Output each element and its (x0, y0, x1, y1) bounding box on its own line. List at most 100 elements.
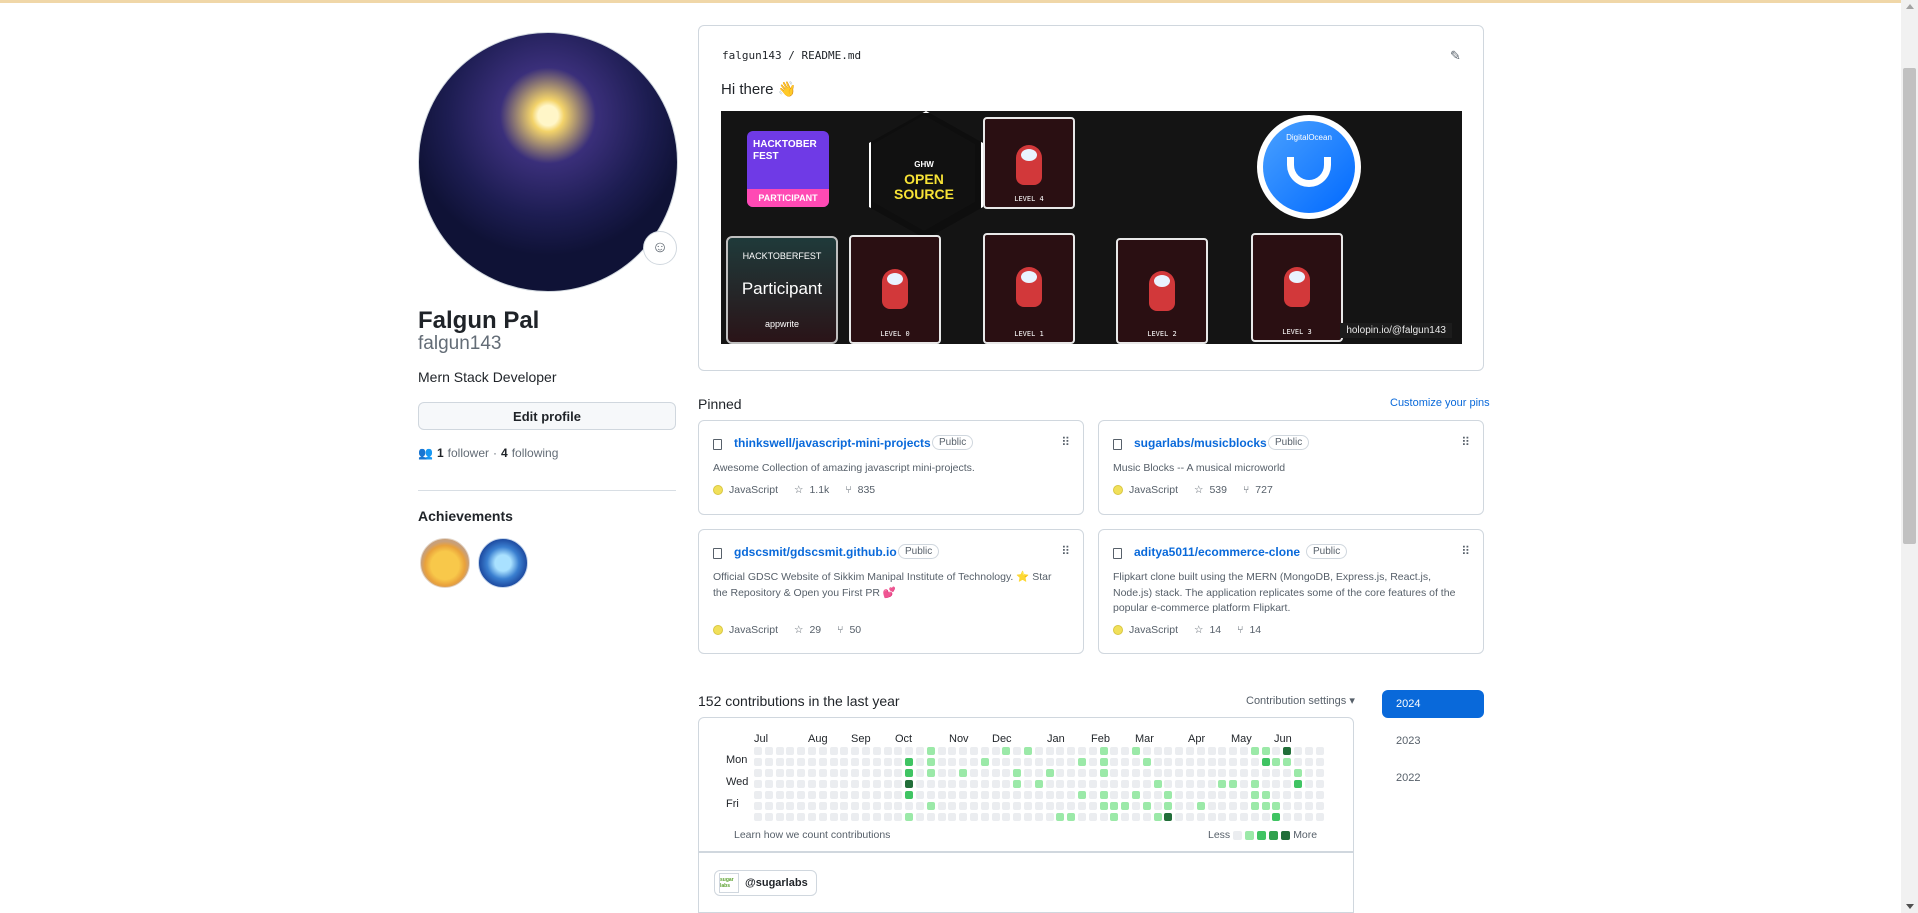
contribution-day-cell[interactable] (894, 780, 903, 788)
contribution-day-cell[interactable] (1056, 780, 1065, 788)
contribution-day-cell[interactable] (991, 747, 1000, 755)
contribution-day-cell[interactable] (1196, 791, 1205, 799)
contribution-day-cell[interactable] (1240, 802, 1248, 810)
contribution-day-cell[interactable] (991, 791, 1000, 799)
contribution-day-cell[interactable] (872, 780, 881, 788)
contribution-day-cell[interactable] (872, 791, 881, 799)
contribution-day-cell[interactable] (1218, 791, 1227, 799)
contribution-day-cell[interactable] (1067, 747, 1076, 755)
contribution-day-cell[interactable] (1164, 780, 1173, 788)
contribution-day-cell[interactable] (894, 769, 903, 777)
contribution-day-cell[interactable] (786, 747, 795, 755)
year-2024-button[interactable]: 2024 (1382, 690, 1484, 718)
contribution-day-cell[interactable] (1294, 758, 1302, 766)
contribution-day-cell[interactable] (1272, 791, 1281, 799)
contribution-day-cell[interactable] (862, 769, 870, 777)
contribution-day-cell[interactable] (764, 747, 773, 755)
contribution-day-cell[interactable] (1045, 802, 1054, 810)
contribution-day-cell[interactable] (905, 747, 914, 755)
contribution-day-cell[interactable] (1207, 769, 1216, 777)
contribution-day-cell[interactable] (1013, 802, 1022, 810)
contribution-day-cell[interactable] (1196, 802, 1205, 810)
contribution-day-cell[interactable] (1240, 780, 1248, 788)
contribution-day-cell[interactable] (937, 769, 946, 777)
contribution-day-cell[interactable] (1196, 813, 1205, 821)
contribution-day-cell[interactable] (1175, 813, 1184, 821)
contribution-day-cell[interactable] (916, 791, 924, 799)
contribution-day-cell[interactable] (1294, 780, 1302, 788)
contribution-day-cell[interactable] (1229, 791, 1238, 799)
contribution-day-cell[interactable] (1088, 747, 1097, 755)
repo-stars[interactable]: 14 (1209, 624, 1221, 636)
contribution-day-cell[interactable] (1132, 769, 1140, 777)
contribution-day-cell[interactable] (1250, 813, 1259, 821)
contribution-day-cell[interactable] (775, 791, 784, 799)
contribution-day-cell[interactable] (1196, 769, 1205, 777)
contribution-day-cell[interactable] (862, 747, 870, 755)
contribution-day-cell[interactable] (1024, 758, 1032, 766)
contribution-day-cell[interactable] (1078, 791, 1086, 799)
contribution-day-cell[interactable] (1142, 813, 1151, 821)
contribution-day-cell[interactable] (818, 758, 827, 766)
contribution-day-cell[interactable] (948, 813, 957, 821)
contribution-day-cell[interactable] (764, 802, 773, 810)
contribution-day-cell[interactable] (1261, 813, 1270, 821)
contribution-day-cell[interactable] (894, 747, 903, 755)
contribution-day-cell[interactable] (980, 780, 989, 788)
repo-forks[interactable]: 14 (1249, 624, 1261, 636)
contribution-day-cell[interactable] (937, 802, 946, 810)
contribution-day-cell[interactable] (1315, 758, 1324, 766)
contribution-day-cell[interactable] (959, 802, 968, 810)
contribution-day-cell[interactable] (1056, 813, 1065, 821)
contribution-day-cell[interactable] (1056, 758, 1065, 766)
contribution-day-cell[interactable] (1013, 791, 1022, 799)
contribution-day-cell[interactable] (851, 802, 860, 810)
contribution-day-cell[interactable] (829, 758, 838, 766)
contribution-day-cell[interactable] (1099, 802, 1108, 810)
contribution-day-cell[interactable] (1088, 769, 1097, 777)
contribution-day-cell[interactable] (1153, 758, 1162, 766)
contribution-day-cell[interactable] (851, 813, 860, 821)
followers-count[interactable]: 1 (437, 446, 444, 460)
contribution-day-cell[interactable] (754, 791, 762, 799)
contribution-day-cell[interactable] (1229, 813, 1238, 821)
contribution-day-cell[interactable] (1142, 802, 1151, 810)
contribution-day-cell[interactable] (959, 813, 968, 821)
contribution-day-cell[interactable] (1024, 802, 1032, 810)
contribution-day-cell[interactable] (1304, 747, 1313, 755)
contribution-day-cell[interactable] (862, 802, 870, 810)
contribution-day-cell[interactable] (948, 780, 957, 788)
contribution-day-cell[interactable] (959, 758, 968, 766)
contribution-day-cell[interactable] (1013, 813, 1022, 821)
contribution-day-cell[interactable] (894, 791, 903, 799)
contribution-day-cell[interactable] (1186, 813, 1194, 821)
contribution-day-cell[interactable] (1283, 802, 1292, 810)
contribution-day-cell[interactable] (1078, 780, 1086, 788)
contribution-day-cell[interactable] (840, 758, 849, 766)
contribution-day-cell[interactable] (829, 802, 838, 810)
contribution-day-cell[interactable] (894, 802, 903, 810)
contribution-day-cell[interactable] (1175, 780, 1184, 788)
contribution-day-cell[interactable] (1153, 813, 1162, 821)
contribution-day-cell[interactable] (1294, 747, 1302, 755)
contribution-day-cell[interactable] (872, 802, 881, 810)
contribution-day-cell[interactable] (797, 747, 806, 755)
contribution-day-cell[interactable] (1142, 747, 1151, 755)
contribution-day-cell[interactable] (764, 813, 773, 821)
contribution-day-cell[interactable] (916, 769, 924, 777)
contribution-day-cell[interactable] (1218, 813, 1227, 821)
contribution-day-cell[interactable] (1110, 813, 1119, 821)
contribution-day-cell[interactable] (991, 769, 1000, 777)
contribution-day-cell[interactable] (926, 813, 935, 821)
contribution-day-cell[interactable] (797, 791, 806, 799)
repo-link[interactable]: gdscsmit/gdscsmit.github.io (734, 545, 897, 559)
contribution-day-cell[interactable] (991, 780, 1000, 788)
contribution-day-cell[interactable] (775, 747, 784, 755)
contribution-day-cell[interactable] (1132, 747, 1140, 755)
contribution-day-cell[interactable] (980, 802, 989, 810)
contribution-day-cell[interactable] (797, 802, 806, 810)
contribution-day-cell[interactable] (872, 747, 881, 755)
contribution-day-cell[interactable] (775, 802, 784, 810)
contribution-day-cell[interactable] (862, 758, 870, 766)
contribution-day-cell[interactable] (959, 769, 968, 777)
